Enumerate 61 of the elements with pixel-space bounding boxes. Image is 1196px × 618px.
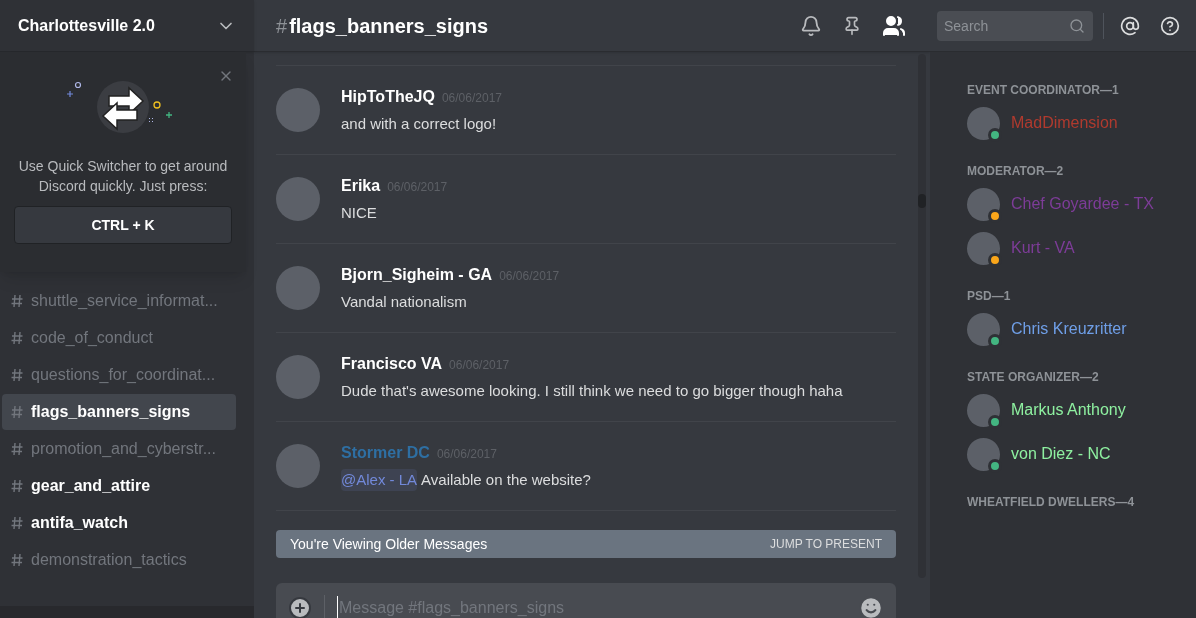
message-text: and with a correct logo! xyxy=(341,113,497,134)
avatar xyxy=(276,177,320,221)
message-text: Available on the website? xyxy=(421,469,591,490)
quick-switcher-hint: Use Quick Switcher to get around Discord quickly. Just press: xyxy=(17,157,229,196)
avatar xyxy=(276,88,320,132)
hash-icon xyxy=(11,331,23,345)
channel-item[interactable]: antifa_watch xyxy=(2,505,236,541)
scrollbar[interactable] xyxy=(918,54,926,578)
message-text: Vandal nationalism xyxy=(341,291,467,312)
avatar xyxy=(967,106,1000,140)
avatar xyxy=(967,312,1000,346)
channel-item[interactable]: code_of_conduct xyxy=(2,320,236,356)
channel-item[interactable]: shuttle_service_informat... xyxy=(2,283,236,319)
older-messages-label: You're Viewing Older Messages xyxy=(290,534,488,554)
message-text: NICE xyxy=(341,202,377,223)
channel-item[interactable]: gear_and_attire xyxy=(2,468,236,504)
hash-icon xyxy=(11,368,23,382)
role-heading: WHEATFIELD DWELLERS—4 xyxy=(967,495,1136,509)
jump-to-present-link[interactable]: JUMP TO PRESENT xyxy=(769,535,882,553)
author-name[interactable]: Bjorn_Sigheim - GA xyxy=(341,262,493,287)
hash-icon xyxy=(11,294,23,308)
channel-item[interactable]: flags_banners_signs xyxy=(2,394,236,430)
user-mention[interactable]: @Alex - LA xyxy=(341,468,418,492)
avatar xyxy=(967,231,1000,265)
shortcut-key: CTRL + K xyxy=(14,206,232,244)
role-heading: MODERATOR—2 xyxy=(967,164,1065,178)
avatar xyxy=(276,444,320,488)
avatar xyxy=(276,266,320,310)
channel-item[interactable]: questions_for_coordinat... xyxy=(2,357,236,393)
role-heading: PSD—1 xyxy=(967,289,1012,303)
search-icon xyxy=(1069,17,1085,34)
member-name[interactable]: von Diez - NC xyxy=(1011,442,1111,466)
avatar xyxy=(967,187,1000,221)
message-text: Dude that's awesome looking. I still think we need to go bigger though haha xyxy=(341,380,843,401)
member-name[interactable]: Markus Anthony xyxy=(1011,398,1126,422)
avatar xyxy=(276,355,320,399)
author-name[interactable]: HipToTheJQ xyxy=(341,84,435,109)
author-name[interactable]: Erika xyxy=(341,173,381,198)
hash-icon xyxy=(11,553,23,567)
mention-icon[interactable] xyxy=(1120,15,1140,36)
search-field[interactable]: Search xyxy=(937,10,1093,41)
help-icon[interactable] xyxy=(1160,15,1180,36)
avatar xyxy=(967,393,1000,427)
role-heading: EVENT COORDINATOR—1 xyxy=(967,83,1120,97)
avatar xyxy=(967,437,1000,471)
hash-icon xyxy=(11,405,23,419)
channel-hash: # xyxy=(276,13,288,39)
server-name: Charlottesville 2.0 xyxy=(18,15,155,36)
hash-icon xyxy=(11,442,23,456)
channel-item[interactable]: promotion_and_cyberstr... xyxy=(2,431,236,467)
member-name[interactable]: Chris Kreuzritter xyxy=(1011,317,1127,341)
members-icon[interactable] xyxy=(882,13,906,38)
smile-icon[interactable] xyxy=(858,595,884,618)
role-heading: STATE ORGANIZER—2 xyxy=(967,370,1100,384)
hash-icon xyxy=(11,479,23,493)
channel-item[interactable]: demonstration_tactics xyxy=(2,542,236,578)
hash-icon xyxy=(11,516,23,530)
bell-icon[interactable] xyxy=(800,14,822,37)
author-name[interactable]: Francisco VA xyxy=(341,351,443,376)
pin-icon[interactable] xyxy=(842,15,862,36)
channel-title: flags_banners_signs xyxy=(289,13,489,39)
